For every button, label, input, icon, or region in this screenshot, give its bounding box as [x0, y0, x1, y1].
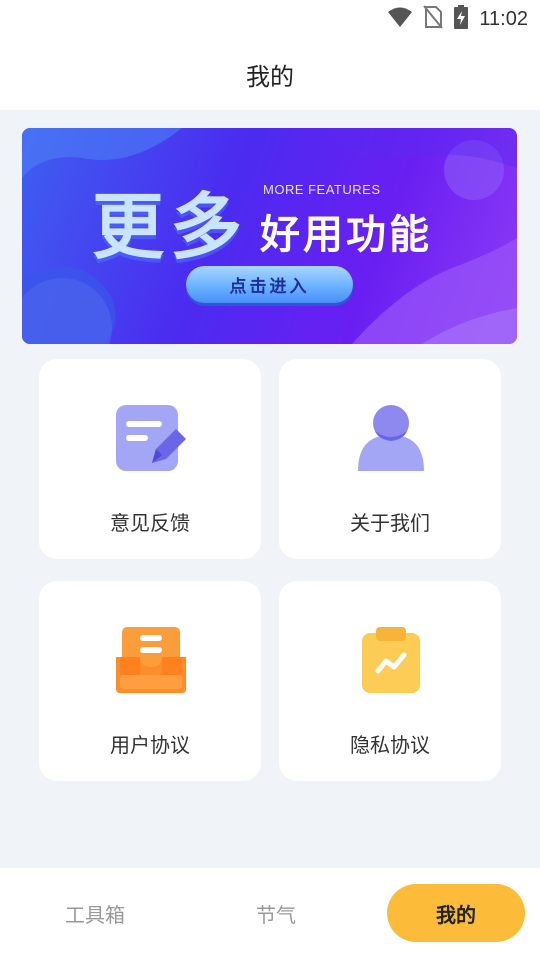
- more-features-banner[interactable]: 更多 MORE FEATURES 好用功能 点击进入: [22, 128, 517, 344]
- wifi-icon: [387, 6, 413, 32]
- user-agreement-card[interactable]: 用户协议: [39, 581, 261, 781]
- bottom-nav: 工具箱 节气 我的: [0, 868, 540, 960]
- nav-tab-solar-terms[interactable]: 节气: [216, 884, 336, 942]
- status-bar: 11:02: [0, 0, 540, 38]
- user-person-icon: [356, 403, 426, 473]
- banner-big-text: 更多: [92, 185, 249, 269]
- feedback-card[interactable]: 意见反馈: [39, 359, 261, 559]
- nav-tab-mine[interactable]: 我的: [387, 884, 525, 942]
- user-agreement-label: 用户协议: [110, 733, 190, 757]
- about-us-label: 关于我们: [350, 511, 430, 535]
- banner-feature-text: 好用功能: [260, 212, 432, 258]
- battery-charging-icon: [453, 4, 469, 34]
- clipboard-icon: [356, 625, 426, 695]
- inbox-tray-icon: [116, 625, 186, 695]
- feedback-edit-icon: [116, 403, 186, 473]
- privacy-policy-card[interactable]: 隐私协议: [279, 581, 501, 781]
- no-sim-icon: [423, 5, 444, 33]
- banner-sub-text: MORE FEATURES: [263, 182, 381, 197]
- about-us-card[interactable]: 关于我们: [279, 359, 501, 559]
- page-title: 我的: [246, 62, 294, 91]
- title-bar: 我的: [0, 38, 540, 110]
- enter-button[interactable]: 点击进入: [186, 266, 353, 303]
- feedback-label: 意见反馈: [110, 511, 190, 535]
- nav-tab-toolbox[interactable]: 工具箱: [35, 884, 155, 942]
- privacy-policy-label: 隐私协议: [350, 733, 430, 757]
- status-time: 11:02: [479, 7, 528, 30]
